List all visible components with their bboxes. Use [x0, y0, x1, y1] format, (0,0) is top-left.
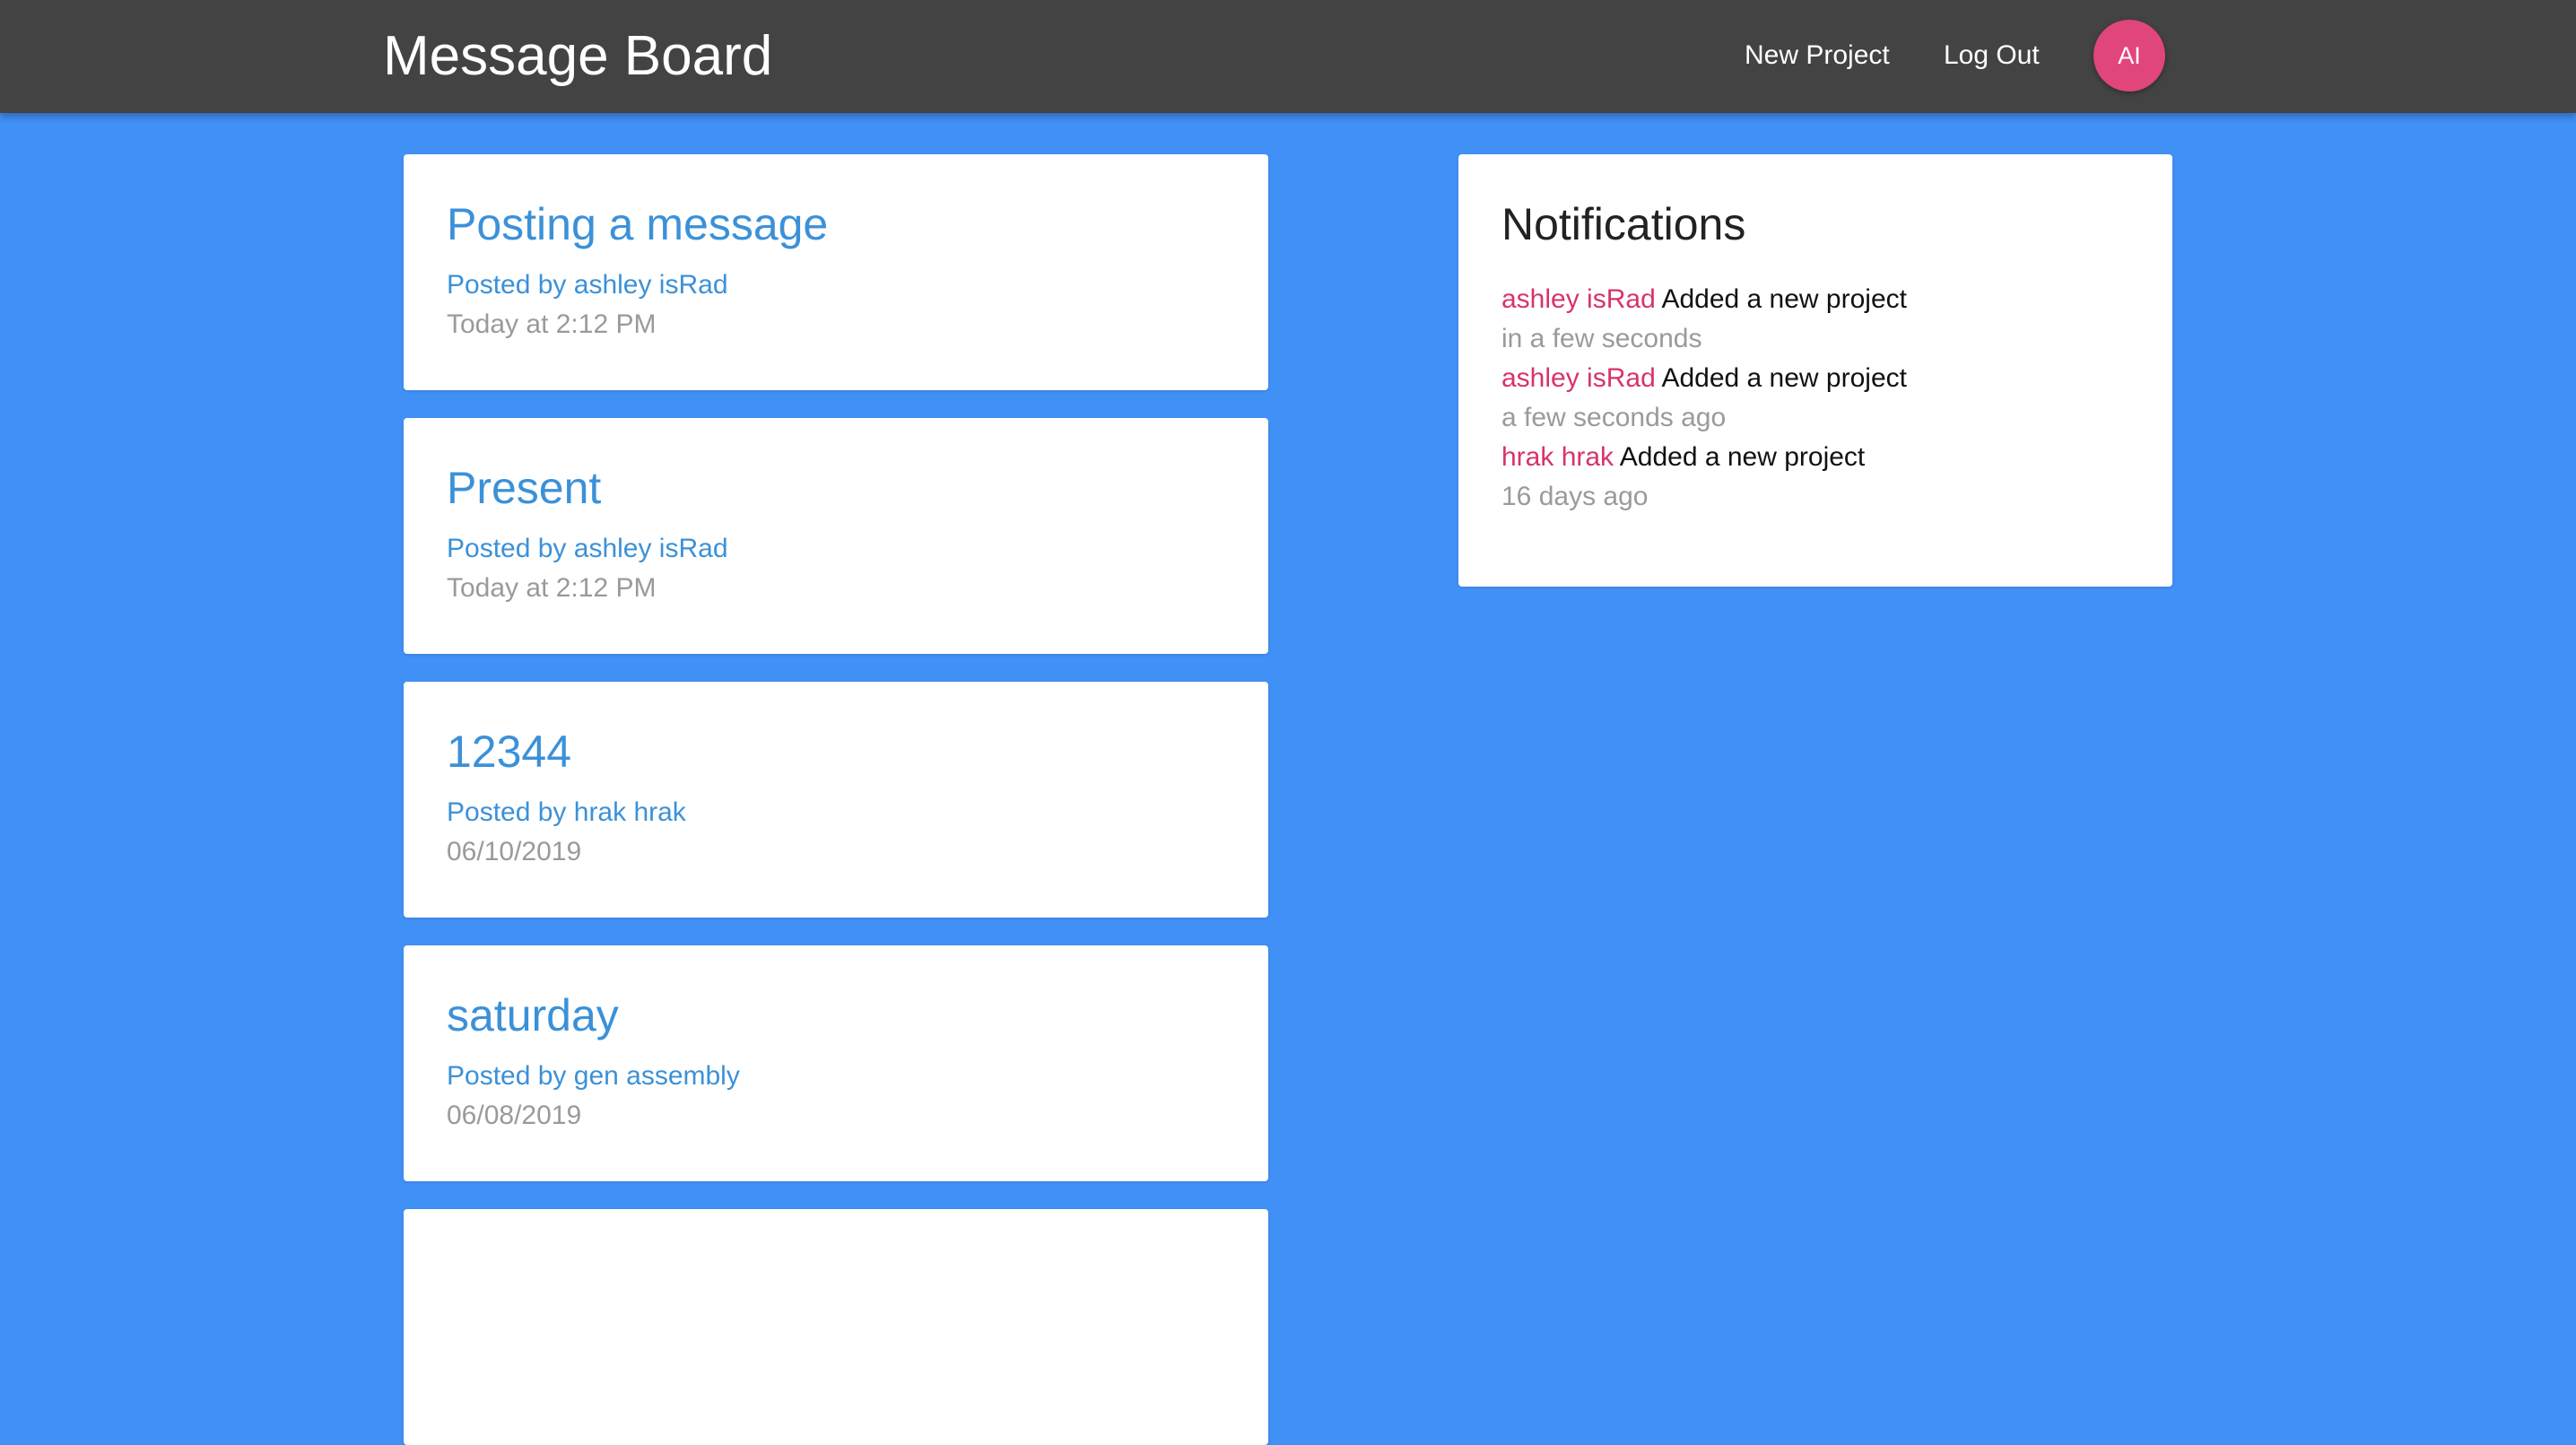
project-title[interactable]: saturday	[447, 988, 619, 1042]
project-card[interactable]: Present Posted by ashley isRad Today at …	[404, 418, 1268, 654]
project-date: 06/08/2019	[447, 1101, 582, 1130]
project-date: 06/10/2019	[447, 837, 582, 866]
notification-text: Added a new project	[1661, 284, 1907, 314]
user-avatar[interactable]: AI	[2093, 20, 2165, 91]
navbar: Message Board New Project Log Out AI	[0, 0, 2576, 113]
notification-item: ashley isRad Added a new project	[1501, 282, 1907, 318]
notifications-panel: Notifications ashley isRad Added a new p…	[1458, 154, 2172, 587]
project-title[interactable]: Posting a message	[447, 197, 828, 251]
notification-time: 16 days ago	[1501, 482, 1649, 511]
notification-item: ashley isRad Added a new project	[1501, 361, 1907, 396]
project-card[interactable]: Posting a message Posted by ashley isRad…	[404, 154, 1268, 390]
project-author: Posted by hrak hrak	[447, 797, 686, 827]
project-date: Today at 2:12 PM	[447, 573, 657, 603]
project-card[interactable]	[404, 1209, 1268, 1445]
notification-user: ashley isRad	[1501, 284, 1656, 314]
notification-text: Added a new project	[1619, 442, 1866, 472]
project-card[interactable]: 12344 Posted by hrak hrak 06/10/2019	[404, 682, 1268, 918]
notification-time: a few seconds ago	[1501, 403, 1727, 432]
project-card[interactable]: saturday Posted by gen assembly 06/08/20…	[404, 945, 1268, 1181]
brand-title[interactable]: Message Board	[383, 23, 772, 90]
notification-item: hrak hrak Added a new project	[1501, 440, 1865, 475]
project-author: Posted by gen assembly	[447, 1061, 740, 1091]
project-title[interactable]: Present	[447, 461, 601, 515]
project-date: Today at 2:12 PM	[447, 309, 657, 339]
log-out-link[interactable]: Log Out	[1944, 34, 2040, 77]
project-title[interactable]: 12344	[447, 725, 571, 779]
project-author: Posted by ashley isRad	[447, 534, 728, 563]
notifications-title: Notifications	[1501, 199, 1746, 249]
notification-text: Added a new project	[1661, 363, 1907, 393]
project-author: Posted by ashley isRad	[447, 270, 728, 300]
notification-time: in a few seconds	[1501, 324, 1702, 353]
notification-user: ashley isRad	[1501, 363, 1656, 393]
new-project-link[interactable]: New Project	[1745, 34, 1890, 77]
notification-user: hrak hrak	[1501, 442, 1614, 472]
